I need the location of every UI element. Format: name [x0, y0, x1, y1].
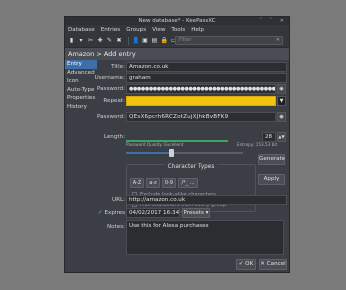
expires-check-icon[interactable]: ✔ — [98, 210, 103, 216]
length-spinbox[interactable]: 28 — [262, 132, 276, 142]
generated-password-field[interactable]: QEsX6pcrh6RCZotZujXJhkBvBFK9 — [126, 112, 276, 122]
regenerate-icon[interactable]: ◉ — [277, 112, 286, 122]
title-bar: New database* - KeePassXC ˇ ˆ ✕ — [65, 17, 289, 25]
new-database-icon[interactable]: ▮ — [68, 37, 75, 45]
entry-sidebar: Entry Advanced Icon Auto-Type Properties… — [65, 60, 97, 262]
length-slider-handle[interactable] — [169, 149, 174, 157]
presets-button[interactable]: Presets ▾ — [182, 208, 210, 218]
numbers-toggle[interactable]: 0-9 — [162, 178, 176, 188]
special-chars-toggle[interactable]: /*_ ... — [178, 178, 198, 188]
expires-label: Expires — [104, 210, 125, 216]
entry-form: Title: Amazon.co.uk Username: graham Pas… — [94, 60, 288, 262]
expires-datetime-field[interactable]: 04/02/2017 16:34 — [126, 208, 180, 218]
username-label: Username: — [94, 75, 125, 81]
apply-button[interactable]: Apply — [258, 174, 285, 185]
repeat-password-field[interactable] — [126, 96, 276, 106]
lock-database-icon[interactable]: 🔒 — [161, 37, 168, 45]
expires-checkbox[interactable]: ✔ Expires — [98, 210, 125, 216]
title-label: Title: — [111, 64, 125, 70]
cancel-button[interactable]: ✕ Cancel — [259, 259, 287, 270]
copy-username-icon[interactable]: 👤 — [132, 37, 139, 45]
generated-password-label: Password: — [96, 114, 125, 120]
password-quality-text: Password Quality: Excellent — [126, 142, 184, 147]
menu-view[interactable]: View — [152, 27, 165, 33]
sidebar-item-properties[interactable]: Properties — [65, 94, 97, 103]
menu-tools[interactable]: Tools — [171, 27, 185, 33]
save-database-icon[interactable]: ✂ — [87, 37, 94, 45]
generate-button[interactable]: Generate — [258, 154, 285, 165]
toggle-password-visibility-icon[interactable]: ◉ — [277, 84, 286, 94]
url-label: URL: — [112, 197, 125, 203]
presets-label: Presets — [183, 210, 204, 216]
chevron-down-icon: ▾ — [205, 210, 209, 216]
uppercase-toggle[interactable]: A-Z — [130, 178, 144, 188]
page-title: Amazon > Add entry — [65, 48, 289, 60]
password-entropy-text: Entropy: 153.53 bit — [237, 142, 278, 147]
url-field[interactable]: http://amazon.co.uk — [126, 195, 287, 205]
sidebar-item-history[interactable]: History — [65, 103, 97, 112]
toolbar-divider — [128, 36, 129, 45]
add-entry-icon[interactable]: ✚ — [97, 37, 104, 45]
length-label: Length: — [103, 134, 125, 140]
clear-search-icon[interactable]: ✕ — [276, 37, 280, 44]
password-field[interactable]: ●●●●●●●●●●●●●●●●●●●●●●●●●●●●●●●●●●●●●●●●… — [126, 84, 276, 94]
sidebar-item-autotype[interactable]: Auto-Type — [65, 86, 97, 95]
sidebar-item-entry[interactable]: Entry — [65, 60, 97, 69]
menu-groups[interactable]: Groups — [126, 27, 146, 33]
window-controls[interactable]: ˇ ˆ ✕ — [260, 18, 287, 24]
search-input[interactable]: Filter ✕ — [175, 36, 283, 45]
repeat-label: Repeat: — [103, 98, 125, 104]
menu-database[interactable]: Database — [68, 27, 95, 33]
delete-entry-icon[interactable]: ✖ — [116, 37, 123, 45]
sidebar-item-icon[interactable]: Icon — [65, 77, 97, 86]
toolbar: ▮ ▾ ✂ ✚ ✎ ✖ 👤 ▣ ▤ 🔒 ▭ Filter ✕ — [65, 34, 289, 48]
menu-bar: Database Entries Groups View Tools Help — [65, 25, 289, 34]
username-field[interactable]: graham — [126, 73, 287, 83]
menu-entries[interactable]: Entries — [101, 27, 120, 33]
edit-entry-icon[interactable]: ✎ — [106, 37, 113, 45]
copy-url-icon[interactable]: ▤ — [151, 37, 158, 45]
search-placeholder: Filter — [179, 37, 192, 43]
lowercase-toggle[interactable]: a-z — [146, 178, 160, 188]
window-title: New database* - KeePassXC — [138, 18, 216, 24]
character-types-title: Character Types — [165, 164, 217, 170]
open-database-icon[interactable]: ▾ — [78, 37, 85, 45]
generate-password-toggle-icon[interactable]: ▼ — [277, 96, 286, 106]
notes-field[interactable]: Use this for Alexa purchases — [126, 220, 284, 255]
copy-password-icon[interactable]: ▣ — [142, 37, 149, 45]
title-field[interactable]: Amazon.co.uk — [126, 62, 287, 72]
notes-label: Notes: — [106, 224, 125, 230]
length-slider[interactable] — [126, 149, 243, 157]
ok-button[interactable]: ✓ OK — [236, 259, 256, 270]
sidebar-item-advanced[interactable]: Advanced — [65, 69, 97, 78]
menu-help[interactable]: Help — [191, 27, 204, 33]
password-label: Password: — [96, 86, 125, 92]
length-slider-fill — [126, 152, 171, 154]
length-spin-arrows-icon[interactable]: ▲▼ — [277, 132, 286, 142]
